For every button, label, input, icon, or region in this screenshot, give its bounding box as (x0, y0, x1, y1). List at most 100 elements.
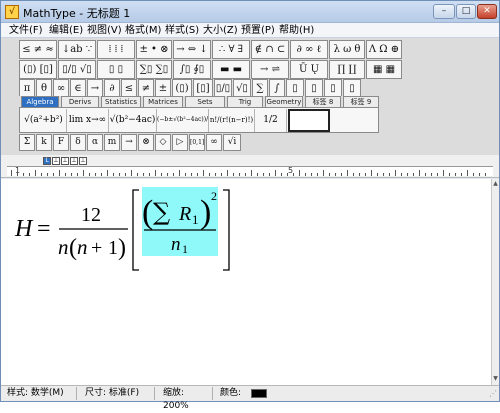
ruler-tick (149, 173, 150, 176)
ruler-tick (467, 170, 468, 176)
greek-upper-palette-button[interactable]: Λ Ω ⊕ (366, 40, 402, 59)
menu-style[interactable]: 样式(S) (165, 24, 199, 37)
fences-palette-button[interactable]: (▯) [▯] (19, 60, 57, 79)
menu-view[interactable]: 视图(V) (87, 24, 122, 37)
equation-lhs: H (14, 216, 34, 242)
ruler-tick (71, 173, 72, 176)
equation-canvas[interactable]: H = 12 n ( n + 1 ) ( ∑ R 1 ) 2 n 1 (1, 179, 491, 385)
title-separator: - (75, 7, 87, 20)
integrals-palette-button[interactable]: ∫▯ ∮▯ (173, 60, 211, 79)
title-bar[interactable]: √ MathType - 无标题 1 – □ ✕ (1, 1, 499, 23)
labeled-arrows-palette-button[interactable]: → ⇌ (251, 60, 289, 79)
matrices-palette-button[interactable]: ▦ ▦ (366, 60, 402, 79)
small-m-button[interactable]: m (104, 134, 120, 151)
sum-variable-subscript: 1 (192, 212, 199, 227)
center-tab-stop-button[interactable]: ⊥ (52, 157, 60, 165)
set-theory-palette-button[interactable]: ∏ ∐ (329, 60, 365, 79)
operators-palette-button[interactable]: ± • ⊗ (136, 40, 172, 59)
small-interval-button[interactable]: [0,1] (189, 134, 205, 151)
tab-label-9[interactable]: 标签 9 (343, 96, 379, 107)
fractions-radicals-palette-button[interactable]: ▯/▯ √▯ (58, 60, 96, 79)
status-style: 样式: 数学(M) (3, 387, 77, 400)
small-delta-button[interactable]: δ (70, 134, 86, 151)
ruler-tick (239, 173, 240, 176)
ruler-tick (227, 170, 228, 176)
left-tab-stop-button[interactable]: L (43, 157, 51, 165)
small-alpha-button[interactable]: α (87, 134, 103, 151)
tab-matrices[interactable]: Matrices (143, 96, 183, 107)
ruler-tick (161, 173, 162, 176)
sets-palette-button[interactable]: ∉ ∩ ⊂ (251, 40, 289, 59)
ruler-tick (311, 173, 312, 176)
small-triangle-button[interactable]: ▷ (172, 134, 188, 151)
menu-format[interactable]: 格式(M) (125, 24, 161, 37)
small-f-button[interactable]: F (53, 134, 69, 151)
tab-label-8[interactable]: 标签 8 (305, 96, 341, 107)
spaces-palette-button[interactable]: ↓ab ∵ (58, 40, 96, 59)
vertical-scrollbar[interactable]: ▲ ▼ (491, 179, 499, 385)
ruler-tick (35, 170, 36, 176)
summations-palette-button[interactable]: ∑▯ ∑▯ (136, 60, 172, 79)
ruler-tick (431, 173, 432, 176)
tab-derivs[interactable]: Derivs (61, 96, 99, 107)
tab-geometry[interactable]: Geometry (265, 96, 303, 107)
resize-grip-icon[interactable]: ⋰ (489, 389, 497, 398)
scripts-palette-button[interactable]: ▯ ▯ (97, 60, 135, 79)
menu-file[interactable]: 文件(F) (9, 24, 43, 37)
discriminant-template[interactable]: √(b²−4ac) (109, 109, 157, 132)
greek-lower-palette-button[interactable]: λ ω θ (329, 40, 365, 59)
quadratic-formula-template[interactable]: (−b±√(b²−4ac))/2a (157, 109, 209, 132)
menu-size[interactable]: 大小(Z) (203, 24, 238, 37)
ruler-tick (95, 173, 96, 176)
logic-palette-button[interactable]: ∴ ∀ ∃ (212, 40, 250, 59)
small-otimes-button[interactable]: ⊗ (138, 134, 154, 151)
minimize-button[interactable]: – (433, 4, 455, 19)
arrows-palette-button[interactable]: → ⇔ ↓ (173, 40, 211, 59)
ruler-tick (299, 170, 300, 176)
small-sqrt-button[interactable]: √i (223, 134, 241, 151)
denominator-open-paren: ( (69, 235, 77, 261)
small-sum-button[interactable]: Σ (19, 134, 35, 151)
empty-template-slot[interactable] (288, 109, 330, 132)
small-diamond-button[interactable]: ◇ (155, 134, 171, 151)
numerator-close-paren: ) (200, 194, 211, 231)
decimal-tab-stop-button[interactable]: ⊥ (79, 157, 87, 165)
tab-algebra[interactable]: Algebra (21, 96, 59, 107)
products-palette-button[interactable]: Ū Ų (290, 60, 328, 79)
ruler-tick (353, 173, 354, 176)
ruler[interactable]: 1 5 (7, 166, 493, 176)
combination-template[interactable]: n!/(r!(n−r)!) (209, 109, 255, 132)
ruler-tick (425, 173, 426, 176)
relation-tab-stop-button[interactable]: ⊥ (70, 157, 78, 165)
tab-statistics[interactable]: Statistics (101, 96, 141, 107)
scroll-down-arrow-icon[interactable]: ▼ (492, 375, 499, 383)
ruler-tick (251, 170, 252, 176)
half-fraction-template[interactable]: 1/2 (255, 109, 287, 132)
limit-template[interactable]: lim x→∞ (67, 109, 109, 132)
tab-trig[interactable]: Trig (227, 96, 263, 107)
small-infinity-button[interactable]: ∞ (206, 134, 222, 151)
scroll-up-arrow-icon[interactable]: ▲ (492, 180, 499, 188)
menu-help[interactable]: 帮助(H) (279, 24, 314, 37)
misc-palette-button[interactable]: ∂ ∞ ℓ (290, 40, 328, 59)
inner-denominator-n: n (171, 234, 181, 255)
close-button[interactable]: ✕ (477, 4, 497, 19)
ruler-tick (47, 173, 48, 176)
symbol-palette-area: ≤ ≠ ≈ ↓ab ∵ ⁞ ⁞ ⁞ ± • ⊗ → ⇔ ↓ ∴ ∀ ∃ ∉ ∩ … (1, 38, 499, 155)
equation-editor[interactable]: H = 12 n ( n + 1 ) ( ∑ R 1 ) 2 n 1 (1, 179, 491, 385)
ruler-tick (209, 173, 210, 176)
menu-edit[interactable]: 编辑(E) (49, 24, 83, 37)
menu-preferences[interactable]: 预置(P) (241, 24, 275, 37)
relations-palette-button[interactable]: ≤ ≠ ≈ (19, 40, 57, 59)
tab-sets[interactable]: Sets (185, 96, 225, 107)
right-tab-stop-button[interactable]: ⊥ (61, 157, 69, 165)
small-k-button[interactable]: k (36, 134, 52, 151)
bars-palette-button[interactable]: ▬ ▬ (212, 60, 250, 79)
embellishments-palette-button[interactable]: ⁞ ⁞ ⁞ (97, 40, 135, 59)
ruler-tick (365, 173, 366, 176)
sqrt-sum-squares-template[interactable]: √(a²+b²) (21, 109, 67, 132)
maximize-button[interactable]: □ (456, 4, 476, 19)
ruler-tick (113, 173, 114, 176)
ruler-tick (347, 170, 348, 176)
small-arrow-button[interactable]: → (121, 134, 137, 151)
